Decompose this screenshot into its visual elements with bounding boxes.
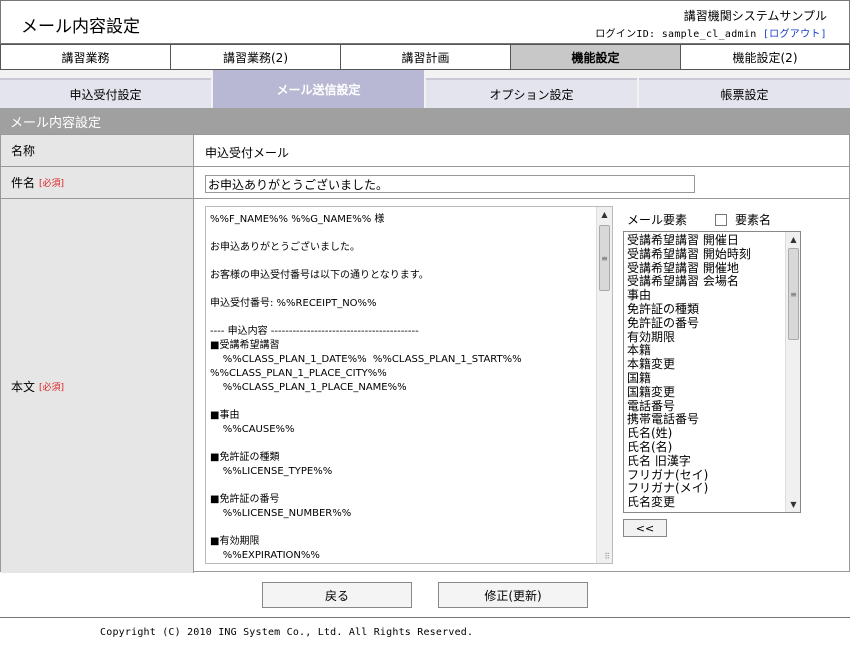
required-mark: [必須] xyxy=(39,382,65,393)
mail-form: 名称 申込受付メール 件名 [必須] 本文 [必須] %%F_NAME%% %%… xyxy=(0,134,850,573)
elements-listbox[interactable]: 受講希望講習 開催日 受講希望講習 開始時刻 受講希望講習 開催地 受講希望講習 会場… xyxy=(623,231,801,513)
login-info: ログインID: sample_cl_admin [ログアウト] xyxy=(595,25,827,40)
list-item[interactable]: 氏名変更 xyxy=(627,495,751,510)
body-line xyxy=(210,283,595,297)
scroll-up-icon[interactable]: ▲ xyxy=(597,207,612,222)
body-line xyxy=(210,479,595,493)
body-label-text: 本文 xyxy=(11,379,36,394)
body-scrollbar[interactable]: ▲ ≡ xyxy=(596,207,612,563)
list-item[interactable]: 氏名 旧漢字 xyxy=(627,454,751,469)
login-id: ログインID: sample_cl_admin xyxy=(595,29,757,40)
tab-kosyu-keikaku[interactable]: 講習計画 xyxy=(340,44,511,70)
subject-input[interactable] xyxy=(205,175,695,193)
subtab-moshikomi-uketsuke[interactable]: 申込受付設定 xyxy=(0,78,211,108)
body-label: 本文 [必須] xyxy=(1,199,194,573)
list-item[interactable]: 事由 xyxy=(627,288,751,303)
name-cell: 申込受付メール xyxy=(195,135,849,166)
body-row: 本文 [必須] %%F_NAME%% %%G_NAME%% 様お申込ありがとうご… xyxy=(1,199,849,573)
list-item[interactable]: 氏名(名) xyxy=(627,440,751,455)
body-line xyxy=(210,437,595,451)
subject-label: 件名 [必須] xyxy=(1,167,194,198)
list-item[interactable]: 受講希望講習 会場名 xyxy=(627,275,751,289)
name-label-text: 名称 xyxy=(11,144,36,158)
body-line: %%EXPIRATION%% xyxy=(210,550,320,561)
body-text: %%F_NAME%% %%G_NAME%% 様お申込ありがとうございました。お客… xyxy=(210,213,595,563)
body-line: %%CLASS_PLAN_1_PLACE_CITY%% xyxy=(210,368,387,379)
page-title: メール内容設定 xyxy=(21,17,140,37)
scroll-thumb[interactable]: ≡ xyxy=(788,248,799,340)
resize-grip-icon[interactable]: ⠿ xyxy=(604,552,610,561)
body-line: ■事由 xyxy=(210,410,240,421)
list-item[interactable]: フリガナ(セイ) xyxy=(627,468,751,483)
body-line xyxy=(210,227,595,241)
body-line: お客様の申込受付番号は以下の通りとなります。 xyxy=(210,270,429,281)
list-item[interactable]: 受講希望講習 開催日 xyxy=(627,233,751,248)
list-item[interactable]: 国籍 xyxy=(627,371,751,386)
body-line: ---- 申込内容 ------------------------------… xyxy=(210,326,419,337)
body-line: %%CAUSE%% xyxy=(210,424,295,435)
tab-kosyu-gyomu-2[interactable]: 講習業務(2) xyxy=(170,44,341,70)
elements-scrollbar[interactable]: ▲ ≡ ▼ xyxy=(785,232,800,512)
name-label: 名称 xyxy=(1,135,194,166)
list-item[interactable]: 受講希望講習 開始時刻 xyxy=(627,247,751,262)
name-row: 名称 申込受付メール xyxy=(1,135,849,167)
section-title: メール内容設定 xyxy=(0,108,850,134)
body-line: %%CLASS_PLAN_1_DATE%% %%CLASS_PLAN_1_STA… xyxy=(210,354,522,365)
body-cell: %%F_NAME%% %%G_NAME%% 様お申込ありがとうございました。お客… xyxy=(195,199,849,573)
button-row: 戻る 修正(更新) xyxy=(0,572,850,618)
page-header: メール内容設定 講習機関システムサンプル ログインID: sample_cl_a… xyxy=(0,0,850,44)
element-name-label: 要素名 xyxy=(735,213,772,227)
subject-row: 件名 [必須] xyxy=(1,167,849,199)
body-line: 申込受付番号: %%RECEIPT_NO%% xyxy=(210,298,377,309)
list-item[interactable]: 氏名(姓) xyxy=(627,426,751,441)
list-item[interactable]: 本籍変更 xyxy=(627,357,751,372)
logout-link[interactable]: [ログアウト] xyxy=(763,29,827,40)
body-line xyxy=(210,311,595,325)
update-button[interactable]: 修正(更新) xyxy=(438,582,588,608)
subject-label-text: 件名 xyxy=(11,176,36,190)
body-line xyxy=(210,255,595,269)
tab-kino-settei-2[interactable]: 機能設定(2) xyxy=(680,44,850,70)
scroll-thumb[interactable]: ≡ xyxy=(599,225,610,291)
body-line: %%LICENSE_NUMBER%% xyxy=(210,508,352,519)
back-button[interactable]: 戻る xyxy=(262,582,412,608)
body-line: ■有効期限 xyxy=(210,536,260,547)
elements-items: 受講希望講習 開催日 受講希望講習 開始時刻 受講希望講習 開催地 受講希望講習 会場… xyxy=(627,233,751,510)
body-line: %%CLASS_PLAN_1_PLACE_NAME%% xyxy=(210,382,407,393)
body-line: %%LICENSE_TYPE%% xyxy=(210,466,333,477)
tab-kino-settei[interactable]: 機能設定 xyxy=(510,44,681,70)
body-line: ■受講希望講習 xyxy=(210,340,280,351)
body-line xyxy=(210,521,595,535)
subtab-mail-sosin[interactable]: メール送信設定 xyxy=(213,70,424,108)
body-line: ■免許証の番号 xyxy=(210,494,280,505)
list-item[interactable]: 国籍変更 xyxy=(627,385,751,400)
elements-label: メール要素 xyxy=(627,213,688,227)
body-line: お申込ありがとうございました。 xyxy=(210,242,360,253)
system-name: 講習機関システムサンプル xyxy=(683,9,827,23)
body-line: %%F_NAME%% %%G_NAME%% 様 xyxy=(210,214,385,225)
scroll-down-icon[interactable]: ▼ xyxy=(786,497,800,512)
sub-tabs: 申込受付設定 メール送信設定 オプション設定 帳票設定 xyxy=(0,70,850,108)
required-mark: [必須] xyxy=(39,179,65,189)
scroll-up-icon[interactable]: ▲ xyxy=(786,232,800,247)
list-item[interactable]: 免許証の番号 xyxy=(627,316,751,331)
element-name-checkbox[interactable] xyxy=(715,213,728,226)
name-value: 申込受付メール xyxy=(205,146,290,160)
subject-cell xyxy=(195,167,849,198)
elements-header: メール要素 要素名 xyxy=(627,211,771,228)
body-line: ■免許証の種類 xyxy=(210,452,280,463)
tab-kosyu-gyomu[interactable]: 講習業務 xyxy=(0,44,171,70)
subtab-option[interactable]: オプション設定 xyxy=(426,78,637,108)
subtab-chohyo[interactable]: 帳票設定 xyxy=(639,78,850,108)
body-line xyxy=(210,395,595,409)
copyright: Copyright (C) 2010 ING System Co., Ltd. … xyxy=(100,627,474,638)
body-textarea[interactable]: %%F_NAME%% %%G_NAME%% 様お申込ありがとうございました。お客… xyxy=(205,206,613,564)
list-item[interactable]: 免許証の種類 xyxy=(627,302,751,317)
main-tabs: 講習業務 講習業務(2) 講習計画 機能設定 機能設定(2) xyxy=(0,44,850,70)
insert-element-button[interactable]: << xyxy=(623,519,667,537)
